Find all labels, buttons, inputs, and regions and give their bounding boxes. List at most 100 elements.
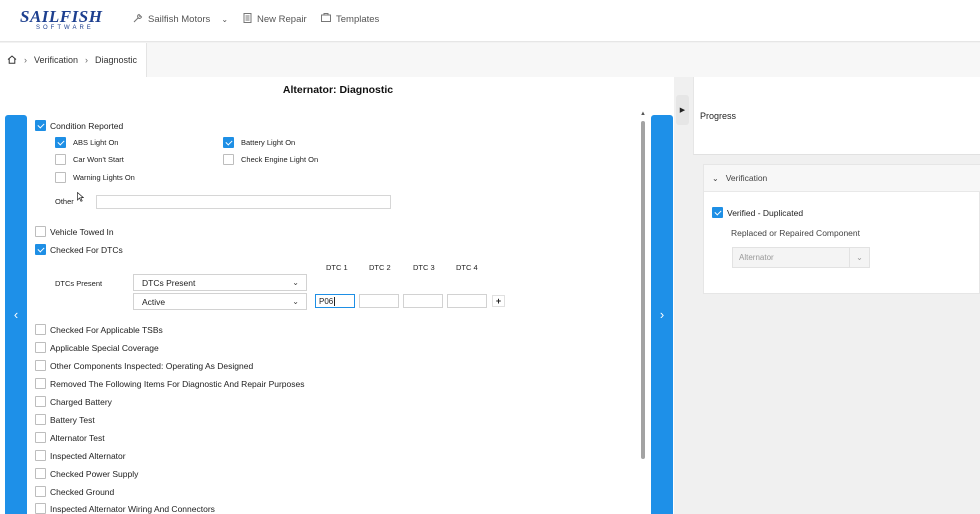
- checkbox[interactable]: [35, 468, 46, 479]
- checklist-item[interactable]: Other Components Inspected: Operating As…: [35, 360, 253, 371]
- chevron-down-icon: ⌄: [712, 173, 719, 183]
- dtc-status-value: Active: [142, 296, 166, 307]
- checklist-item-label: Applicable Special Coverage: [50, 342, 159, 353]
- checklist-item-label: Checked Ground: [50, 486, 115, 497]
- checkbox-checked[interactable]: [712, 207, 723, 218]
- checkbox[interactable]: [35, 226, 46, 237]
- other-input[interactable]: [96, 195, 391, 209]
- checklist-item-label: Other Components Inspected: Operating As…: [50, 360, 254, 371]
- checkbox[interactable]: [35, 342, 46, 353]
- checkbox[interactable]: [223, 154, 234, 165]
- add-dtc-button[interactable]: +: [492, 295, 505, 307]
- dtc1-header: DTC 1: [326, 263, 348, 272]
- condition-reported-label: Condition Reported: [50, 120, 124, 131]
- dtc4-header: DTC 4: [456, 263, 478, 272]
- component-select-value: Alternator: [739, 253, 774, 262]
- chevron-down-icon: ⌄: [292, 278, 299, 287]
- checkbox[interactable]: [35, 450, 46, 461]
- checkbox[interactable]: [35, 486, 46, 497]
- dtcs-present-label: DTCs Present: [55, 279, 103, 288]
- warning-lights-checkbox[interactable]: Warning Lights On: [55, 172, 135, 183]
- checklist-item-label: Checked For Applicable TSBs: [50, 324, 163, 335]
- chevron-right-icon: ›: [24, 55, 27, 65]
- dtc-status-select[interactable]: Active ⌄: [133, 293, 307, 310]
- checklist-item-label: Inspected Alternator Wiring And Connecto…: [50, 503, 215, 514]
- dtcs-present-value: DTCs Present: [142, 277, 196, 288]
- collapse-pane-button[interactable]: ▶: [676, 95, 689, 125]
- replaced-component-label: Replaced or Repaired Component: [731, 228, 860, 238]
- document-icon: [243, 13, 252, 26]
- checkbox[interactable]: [35, 396, 46, 407]
- checkbox[interactable]: [35, 432, 46, 443]
- templates-link[interactable]: Templates: [321, 13, 379, 25]
- battery-light-checkbox[interactable]: Battery Light On: [223, 137, 295, 148]
- mouse-cursor-icon: [77, 189, 85, 207]
- check-engine-light-checkbox[interactable]: Check Engine Light On: [223, 154, 318, 165]
- home-icon[interactable]: [7, 54, 17, 66]
- checkbox-checked[interactable]: [35, 244, 46, 255]
- checked-for-dtcs-checkbox[interactable]: Checked For DTCs: [35, 244, 123, 255]
- dtcs-present-select[interactable]: DTCs Present ⌄: [133, 274, 307, 291]
- checklist-item-label: Battery Test: [50, 414, 95, 425]
- checklist-item[interactable]: Removed The Following Items For Diagnost…: [35, 378, 305, 389]
- next-step-button[interactable]: ›: [651, 115, 673, 514]
- wrench-icon: [133, 13, 143, 26]
- chevron-right-icon: ›: [659, 307, 665, 322]
- checkbox[interactable]: [35, 324, 46, 335]
- dtc4-input[interactable]: [447, 294, 487, 308]
- checklist-item[interactable]: Checked Ground: [35, 486, 114, 497]
- checklist-item[interactable]: Alternator Test: [35, 432, 105, 443]
- top-navigation: SAILFISH SOFTWARE Sailfish Motors ⌄ New …: [0, 0, 980, 42]
- checklist-item-label: Charged Battery: [50, 396, 112, 407]
- abs-light-checkbox[interactable]: ABS Light On: [55, 137, 118, 148]
- shop-name: Sailfish Motors: [148, 14, 211, 25]
- checkbox-checked[interactable]: [223, 137, 234, 148]
- other-label: Other: [55, 197, 74, 206]
- checkbox[interactable]: [55, 172, 66, 183]
- vehicle-towed-checkbox[interactable]: Vehicle Towed In: [35, 226, 114, 237]
- component-select[interactable]: Alternator ⌄: [732, 247, 870, 268]
- checklist-item[interactable]: Charged Battery: [35, 396, 112, 407]
- dtc3-input[interactable]: [403, 294, 443, 308]
- templates-label: Templates: [336, 13, 380, 25]
- logo-subtitle: SOFTWARE: [36, 25, 94, 31]
- verification-section-toggle[interactable]: ⌄ Verification: [704, 165, 980, 192]
- new-repair-link[interactable]: New Repair: [243, 13, 307, 26]
- breadcrumb: › Verification › Diagnostic: [0, 43, 147, 77]
- breadcrumb-verification[interactable]: Verification: [34, 55, 78, 65]
- breadcrumb-bar: › Verification › Diagnostic: [0, 43, 980, 77]
- dtc1-value: P06: [319, 296, 334, 306]
- condition-reported-checkbox[interactable]: Condition Reported: [35, 120, 123, 131]
- chevron-right-icon: ›: [85, 55, 89, 65]
- battery-light-label: Battery Light On: [241, 138, 296, 147]
- warning-lights-label: Warning Lights On: [73, 173, 135, 182]
- checked-for-dtcs-label: Checked For DTCs: [50, 244, 123, 255]
- template-icon: [321, 13, 331, 25]
- verified-duplicated-checkbox[interactable]: Verified - Duplicated: [712, 207, 803, 218]
- page-title: Alternator: Diagnostic: [282, 84, 394, 96]
- dtc2-input[interactable]: [359, 294, 399, 308]
- car-wont-start-checkbox[interactable]: Car Won't Start: [55, 154, 124, 165]
- checklist-item[interactable]: Checked Power Supply: [35, 468, 138, 479]
- checkbox[interactable]: [35, 378, 46, 389]
- checkbox[interactable]: [35, 503, 46, 514]
- checklist-item[interactable]: Inspected Alternator: [35, 450, 126, 461]
- chevron-down-icon: ⌄: [221, 15, 229, 24]
- checkbox[interactable]: [55, 154, 66, 165]
- checklist-item[interactable]: Battery Test: [35, 414, 95, 425]
- sailfish-logo[interactable]: SAILFISH SOFTWARE: [20, 8, 102, 32]
- previous-step-button[interactable]: ‹: [5, 115, 27, 514]
- checklist-item[interactable]: Checked For Applicable TSBs: [35, 324, 163, 335]
- checklist-item[interactable]: Inspected Alternator Wiring And Connecto…: [35, 503, 215, 514]
- checkbox-checked[interactable]: [55, 137, 66, 148]
- checkbox[interactable]: [35, 414, 46, 425]
- verification-section-title: Verification: [725, 173, 768, 183]
- checkbox[interactable]: [35, 360, 46, 371]
- shop-selector[interactable]: Sailfish Motors ⌄: [133, 13, 228, 26]
- verification-card: ⌄ Verification Verified - Duplicated Rep…: [703, 164, 980, 294]
- scrollbar-thumb[interactable]: [641, 121, 645, 459]
- dtc1-input[interactable]: P06: [315, 294, 355, 308]
- checkbox-checked[interactable]: [35, 120, 46, 131]
- checklist-item-label: Inspected Alternator: [50, 450, 126, 461]
- checklist-item[interactable]: Applicable Special Coverage: [35, 342, 159, 353]
